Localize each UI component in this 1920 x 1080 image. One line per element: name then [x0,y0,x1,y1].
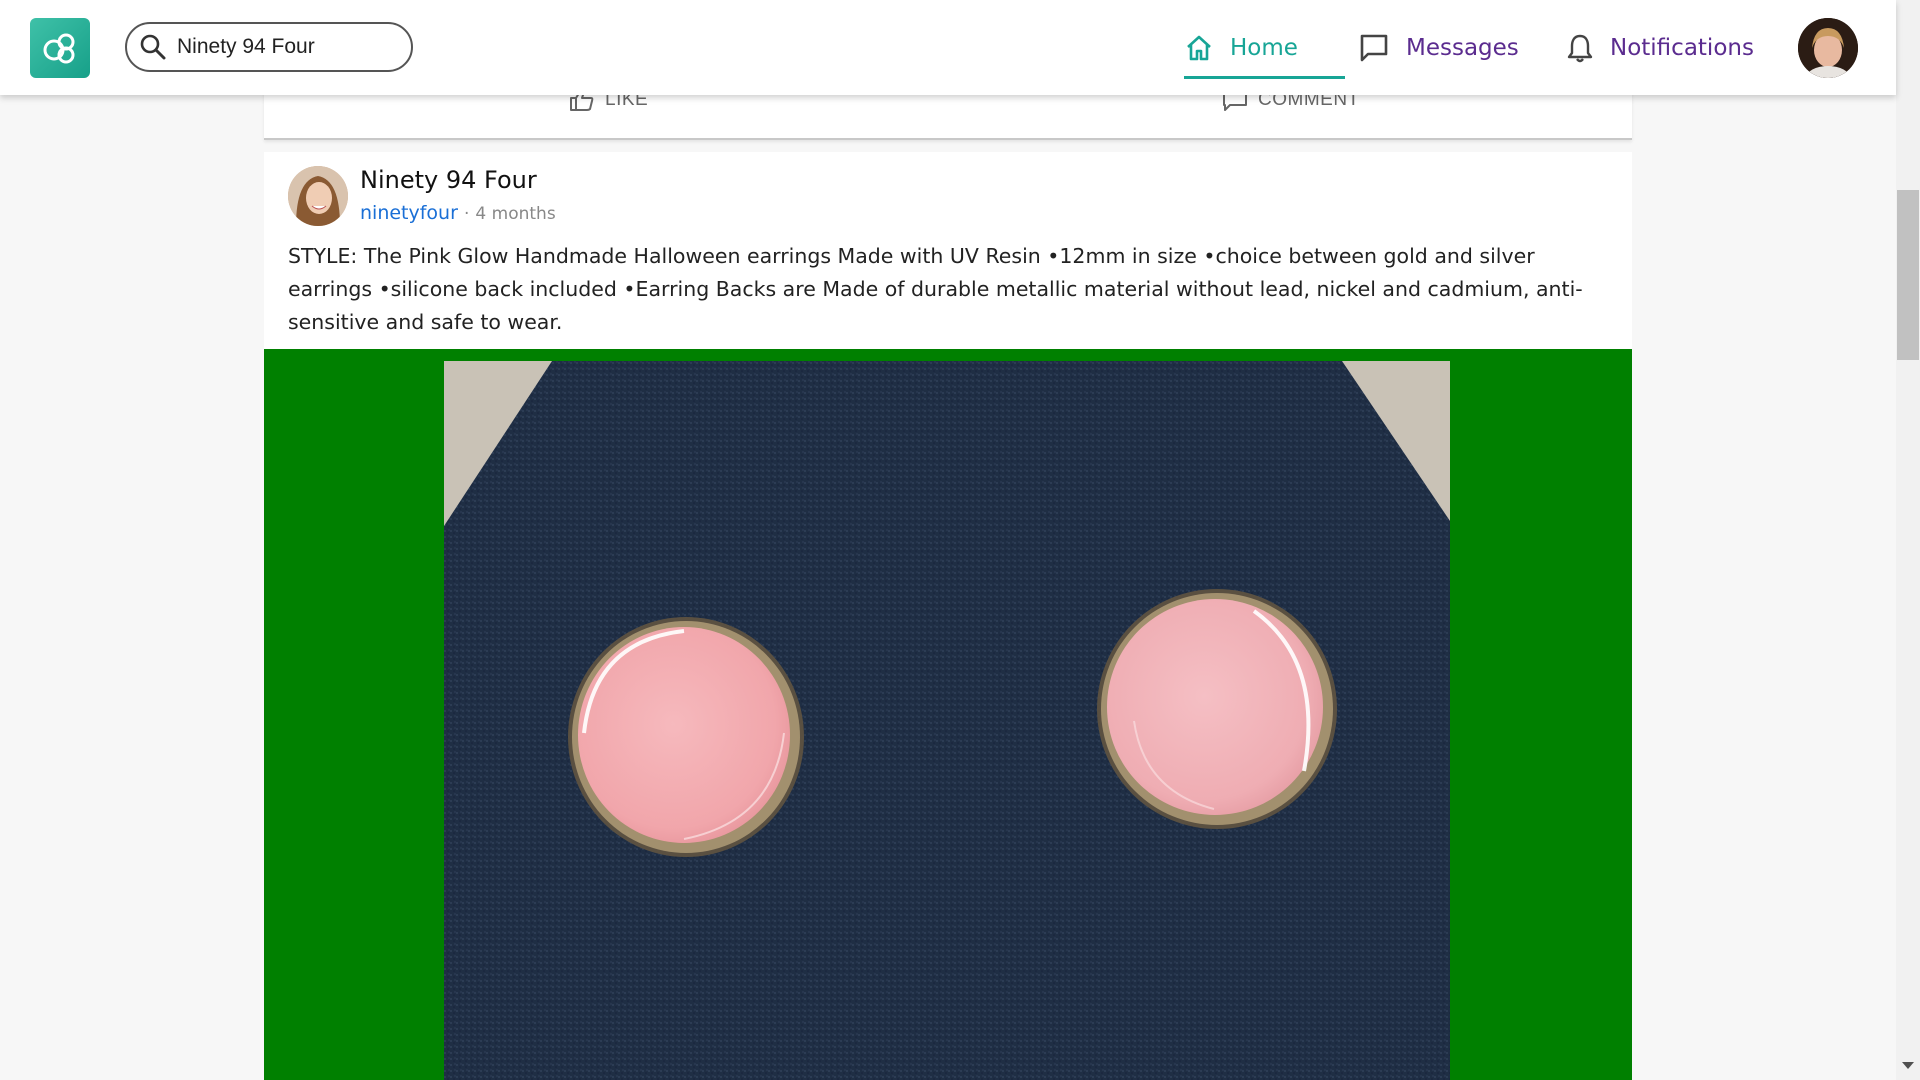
post-card: Ninety 94 Four ninetyfour · 4 months STY… [264,152,1632,1080]
nav-notifications-label: Notifications [1610,34,1754,61]
post-author-handle[interactable]: ninetyfour [360,202,458,224]
page-scrollbar[interactable] [1896,0,1920,1080]
meta-separator: · [463,204,470,224]
search-bar[interactable] [125,22,413,72]
bell-icon [1567,34,1593,62]
active-tab-indicator [1184,76,1345,79]
nav-home-label: Home [1230,34,1298,61]
nav-messages-label: Messages [1406,34,1519,61]
nav-home[interactable]: Home [1184,0,1298,95]
post-body-text: STYLE: The Pink Glow Handmade Halloween … [288,244,1583,334]
post-meta: ninetyfour · 4 months [360,202,556,224]
app-logo-icon[interactable] [30,18,90,78]
product-photo[interactable] [444,361,1450,1080]
nav-messages[interactable]: Messages [1358,0,1519,95]
nav-notifications[interactable]: Notifications [1566,0,1754,95]
user-avatar[interactable] [1798,18,1858,78]
post-timestamp: 4 months [475,204,556,224]
scroll-down-arrow-icon[interactable] [1902,1062,1914,1069]
search-icon [140,34,166,60]
top-navigation-bar: Home Messages Notifications [0,0,1896,95]
post-author-avatar[interactable] [288,166,348,226]
scrollbar-thumb[interactable] [1897,190,1919,360]
post-author-name[interactable]: Ninety 94 Four [360,166,537,194]
post-media[interactable] [264,349,1632,1080]
search-input[interactable] [175,34,409,60]
chat-bubble-icon [1360,34,1388,61]
home-icon [1187,35,1211,60]
